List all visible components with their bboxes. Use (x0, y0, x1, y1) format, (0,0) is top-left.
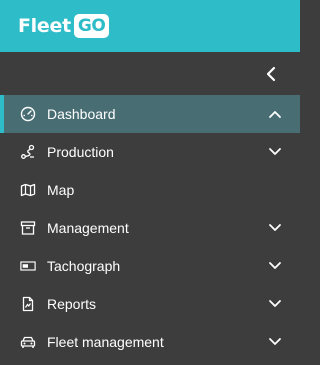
sidebar-item-fleet-management[interactable]: Fleet management (0, 323, 300, 361)
sidebar-item-dashboard[interactable]: Dashboard (0, 95, 300, 133)
report-file-icon (20, 296, 36, 312)
chevron-up-icon (268, 107, 282, 121)
chevron-down-icon (268, 221, 282, 235)
collapse-sidebar-button[interactable] (262, 65, 280, 83)
brand-header: Fleet GO (0, 0, 300, 52)
chevron-down-icon (268, 145, 282, 159)
sidebar-item-label: Management (47, 220, 129, 236)
sidebar-item-map[interactable]: Map (0, 171, 300, 209)
chevron-down-icon (268, 297, 282, 311)
chevron-down-icon (268, 259, 282, 273)
sidebar-item-tachograph[interactable]: Tachograph (0, 247, 300, 285)
fleetgo-logo[interactable]: Fleet GO (18, 14, 110, 38)
sidebar-item-label: Reports (47, 296, 97, 312)
tachograph-card-icon (20, 258, 36, 274)
logo-text: Fleet (18, 15, 71, 37)
sidebar-item-label: Production (47, 144, 114, 160)
archive-box-icon (20, 220, 36, 236)
sidebar-menu: Dashboard Production Map Management Tach… (0, 95, 300, 361)
sidebar-item-reports[interactable]: Reports (0, 285, 300, 323)
sidebar-item-label: Map (47, 182, 75, 198)
sidebar-item-label: Tachograph (47, 258, 121, 274)
chevron-left-icon (266, 66, 276, 81)
route-icon (20, 144, 36, 160)
sidebar-item-label: Dashboard (47, 106, 116, 122)
app-sidebar: Fleet GO Dashboard Production Map Manage… (0, 0, 300, 365)
sidebar-item-production[interactable]: Production (0, 133, 300, 171)
car-icon (20, 334, 36, 350)
logo-badge: GO (73, 14, 110, 38)
chevron-down-icon (268, 335, 282, 349)
map-icon (20, 182, 36, 198)
sidebar-item-management[interactable]: Management (0, 209, 300, 247)
collapse-row (0, 52, 300, 95)
sidebar-item-label: Fleet management (47, 334, 164, 350)
speedometer-icon (20, 106, 36, 122)
